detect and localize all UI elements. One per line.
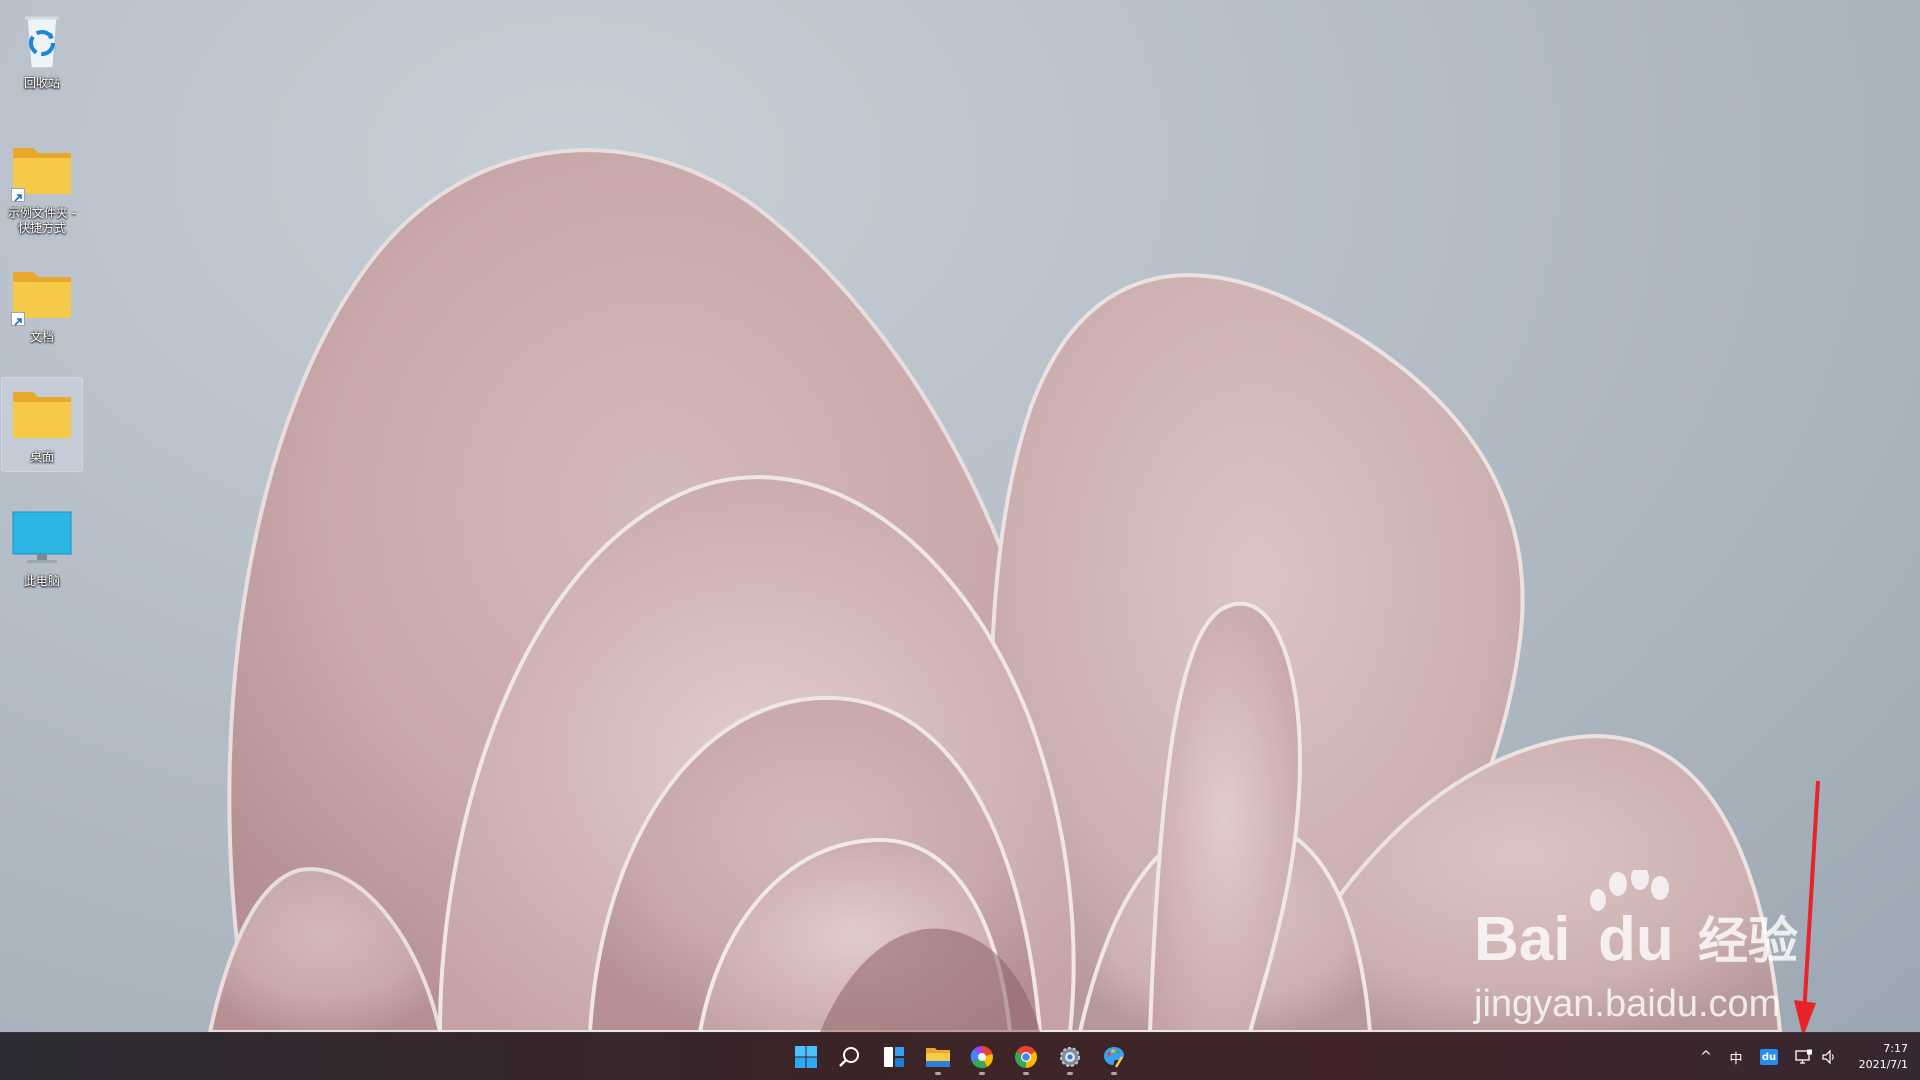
chrome-icon bbox=[1015, 1046, 1037, 1068]
taskbar-search-button[interactable] bbox=[830, 1037, 870, 1077]
svg-text:经验: 经验 bbox=[1698, 912, 1798, 970]
taskbar: ^ 中 du 7:17 2021/7/1 bbox=[0, 1032, 1920, 1080]
desktop-icon-label: 此电脑 bbox=[23, 574, 60, 588]
folder-icon bbox=[7, 384, 77, 446]
chevron-up-icon: ^ bbox=[1700, 1049, 1712, 1065]
taskbar-settings-button[interactable] bbox=[1050, 1037, 1090, 1077]
running-indicator bbox=[979, 1072, 985, 1075]
clock-time: 7:17 bbox=[1883, 1042, 1908, 1055]
desktop-icon-documents[interactable]: 文档 bbox=[2, 258, 82, 351]
desktop-icon-label: 回收站 bbox=[23, 76, 60, 90]
taskbar-file-explorer-button[interactable] bbox=[918, 1037, 958, 1077]
tray-baidu-app[interactable]: du bbox=[1756, 1041, 1782, 1073]
desktop-icon-desktop-folder[interactable]: 桌面 bbox=[1, 377, 83, 472]
desktop-icon-sample-folder-shortcut[interactable]: 示例文件夹 - 快捷方式 bbox=[2, 134, 82, 242]
svg-text:jingyan.baidu.com: jingyan.baidu.com bbox=[1473, 983, 1780, 1025]
network-icon bbox=[1795, 1049, 1812, 1064]
annotation-arrow bbox=[1794, 780, 1820, 1037]
recycle-bin-icon bbox=[7, 10, 77, 72]
paint-palette-icon bbox=[1104, 1047, 1124, 1068]
speaker-icon bbox=[1822, 1049, 1834, 1065]
desktop-icon-this-pc[interactable]: 此电脑 bbox=[2, 502, 82, 595]
ime-label: 中 bbox=[1729, 1051, 1743, 1067]
taskbar-paint-button[interactable] bbox=[1094, 1037, 1134, 1077]
tray-overflow-chevron[interactable]: ^ bbox=[1694, 1041, 1718, 1073]
windows-start-icon bbox=[795, 1046, 817, 1068]
tray-ime-indicator[interactable]: 中 bbox=[1722, 1041, 1750, 1073]
tray-clock[interactable]: 7:17 2021/7/1 bbox=[1838, 1041, 1908, 1073]
shortcut-arrow-icon bbox=[11, 312, 25, 326]
folder-icon bbox=[926, 1048, 950, 1067]
running-indicator bbox=[1067, 1072, 1073, 1075]
folder-shortcut-icon bbox=[7, 140, 77, 202]
tray-volume-button[interactable] bbox=[1818, 1041, 1840, 1073]
desktop-icon-label: 桌面 bbox=[29, 450, 54, 464]
monitor-icon bbox=[7, 508, 77, 570]
running-indicator bbox=[1023, 1072, 1029, 1075]
widgets-icon bbox=[884, 1047, 904, 1067]
taskbar-color-app-button[interactable] bbox=[962, 1037, 1002, 1077]
desktop-icon-label: 示例文件夹 - 快捷方式 bbox=[7, 206, 77, 235]
svg-text:du: du bbox=[1598, 905, 1674, 974]
taskbar-start-button[interactable] bbox=[786, 1037, 826, 1077]
running-indicator bbox=[1111, 1072, 1117, 1075]
tray-network-button[interactable] bbox=[1790, 1041, 1818, 1073]
taskbar-chrome-button[interactable] bbox=[1006, 1037, 1046, 1077]
shortcut-arrow-icon bbox=[11, 188, 25, 202]
desktop-icon-recycle-bin[interactable]: 回收站 bbox=[2, 4, 82, 97]
gear-icon bbox=[1060, 1047, 1080, 1067]
clock-date: 2021/7/1 bbox=[1858, 1058, 1908, 1071]
desktop: 回收站 示例文件夹 - 快捷方式 文档 桌面 此电脑 Bai du 经验 jin… bbox=[0, 0, 1920, 1080]
running-indicator bbox=[935, 1072, 941, 1075]
baidu-jingyan-watermark: Bai du 经验 jingyan.baidu.com bbox=[1473, 870, 1798, 1025]
baidu-badge-icon: du bbox=[1760, 1049, 1778, 1065]
color-wheel-icon bbox=[970, 1045, 993, 1069]
search-icon bbox=[839, 1047, 859, 1067]
desktop-icon-label: 文档 bbox=[29, 330, 54, 344]
svg-text:Bai: Bai bbox=[1474, 905, 1570, 974]
taskbar-widgets-button[interactable] bbox=[874, 1037, 914, 1077]
folder-shortcut-icon bbox=[7, 264, 77, 326]
